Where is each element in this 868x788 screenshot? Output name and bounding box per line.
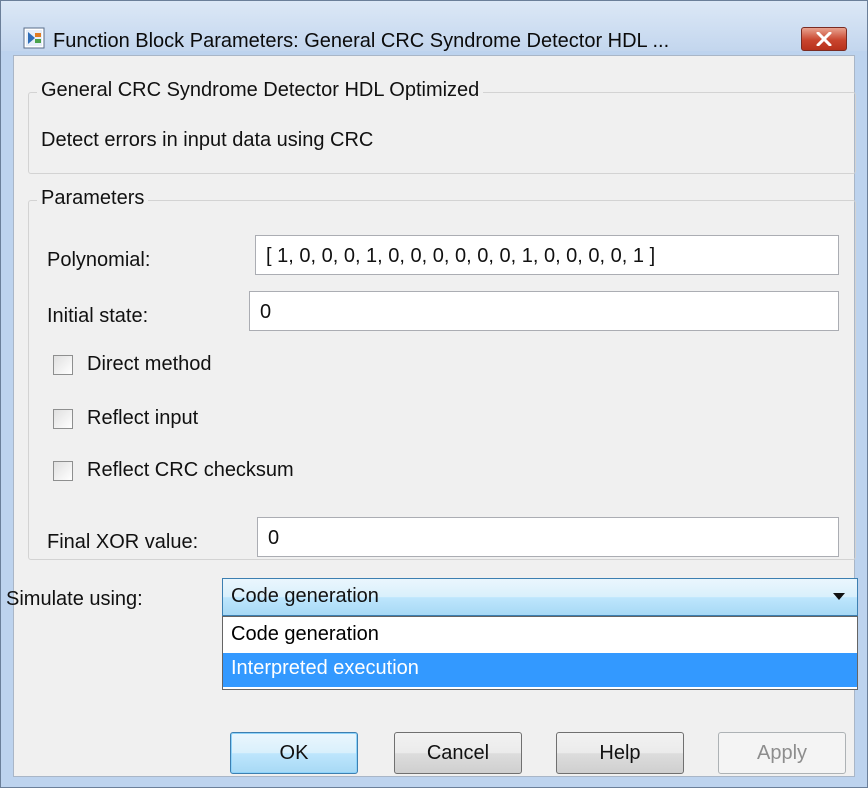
initial-state-field[interactable]: 0 <box>249 291 839 331</box>
checkbox-label: Reflect input <box>87 407 199 429</box>
checkbox-box[interactable] <box>53 461 73 481</box>
final-xor-label: Final XOR value: <box>47 531 199 553</box>
initial-state-label: Initial state: <box>47 305 149 327</box>
title-bar[interactable]: Function Block Parameters: General CRC S… <box>1 1 867 52</box>
parameters-group: Parameters Polynomial: [ 1, 0, 0, 0, 1, … <box>28 187 856 560</box>
description-group-title: General CRC Syndrome Detector HDL Optimi… <box>37 79 484 102</box>
simulate-using-label: Simulate using: <box>6 588 143 610</box>
checkbox-label: Direct method <box>87 353 212 375</box>
checkbox-box[interactable] <box>53 409 73 429</box>
option-interpreted-execution[interactable]: Interpreted execution <box>223 653 857 687</box>
checkbox-box[interactable] <box>53 355 73 375</box>
simulate-using-dropdown[interactable]: Code generation <box>222 578 858 616</box>
dialog-body: General CRC Syndrome Detector HDL Optimi… <box>6 55 858 777</box>
direct-method-checkbox[interactable]: Direct method <box>53 353 293 379</box>
polynomial-label: Polynomial: <box>47 249 151 271</box>
close-button[interactable] <box>801 27 847 51</box>
ok-button[interactable]: OK <box>230 732 358 774</box>
apply-button[interactable]: Apply <box>718 732 846 774</box>
parameters-group-title: Parameters <box>37 187 149 210</box>
final-xor-field[interactable]: 0 <box>257 517 839 557</box>
option-code-generation[interactable]: Code generation <box>223 619 857 653</box>
simulate-using-value: Code generation <box>231 585 379 607</box>
simulink-block-icon <box>23 27 45 49</box>
block-description: Detect errors in input data using CRC <box>41 129 374 151</box>
checkbox-label: Reflect CRC checksum <box>87 459 294 481</box>
simulate-using-options: Code generation Interpreted execution <box>222 616 858 690</box>
close-icon <box>816 32 832 46</box>
help-button[interactable]: Help <box>556 732 684 774</box>
chevron-down-icon[interactable] <box>833 593 845 600</box>
dialog-window: Function Block Parameters: General CRC S… <box>0 0 868 788</box>
window-title: Function Block Parameters: General CRC S… <box>53 30 670 52</box>
description-group: General CRC Syndrome Detector HDL Optimi… <box>28 79 856 174</box>
cancel-button[interactable]: Cancel <box>394 732 522 774</box>
reflect-input-checkbox[interactable]: Reflect input <box>53 407 293 433</box>
polynomial-field[interactable]: [ 1, 0, 0, 0, 1, 0, 0, 0, 0, 0, 0, 1, 0,… <box>255 235 839 275</box>
reflect-crc-checksum-checkbox[interactable]: Reflect CRC checksum <box>53 459 373 485</box>
